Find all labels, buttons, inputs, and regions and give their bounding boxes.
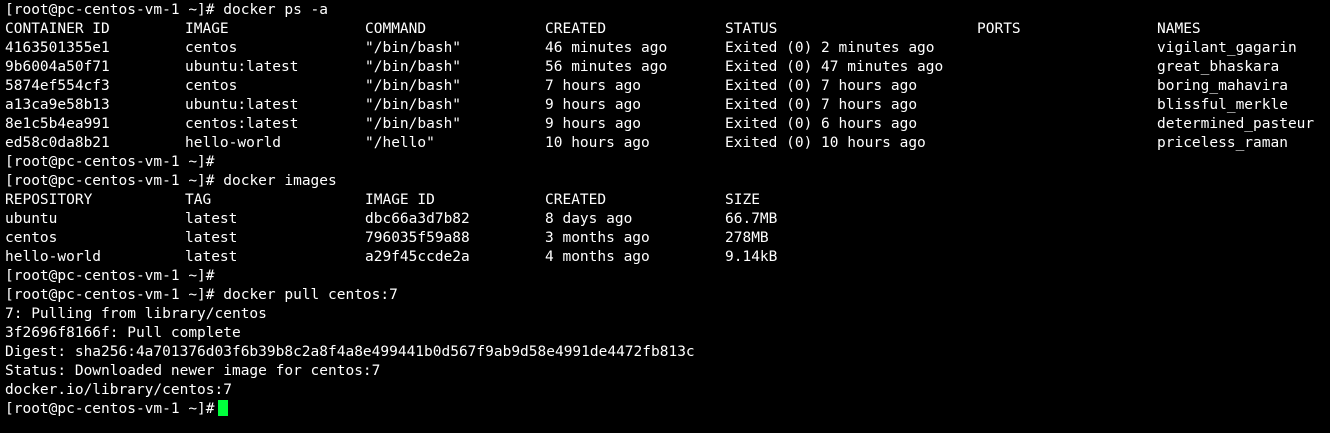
- cell-image: centos: [185, 40, 238, 56]
- command-text: docker ps -a: [223, 2, 329, 18]
- header-command: COMMAND: [365, 21, 427, 37]
- output-line: Digest: sha256:4a701376d03f6b39b8c2a8f4a…: [5, 344, 695, 360]
- cell-status: Exited (0) 10 hours ago: [725, 135, 926, 151]
- header-size: SIZE: [725, 192, 760, 208]
- cell-size: 9.14kB: [725, 249, 778, 265]
- cell-created: 10 hours ago: [545, 135, 650, 151]
- header-image: IMAGE: [185, 21, 229, 37]
- cell-command: "/bin/bash": [365, 97, 462, 113]
- cell-created: 46 minutes ago: [545, 40, 668, 56]
- cell-created: 8 days ago: [545, 211, 633, 227]
- table-row: ubuntu latest dbc66a3d7b82 8 days ago 66…: [0, 210, 1330, 229]
- shell-prompt: [root@pc-centos-vm-1 ~]#: [5, 2, 215, 18]
- cell-command: "/bin/bash": [365, 116, 462, 132]
- prompt-line: [root@pc-centos-vm-1 ~]#: [0, 153, 1330, 172]
- cell-command: "/hello": [365, 135, 435, 151]
- images-header-row: REPOSITORY TAG IMAGE ID CREATED SIZE: [0, 191, 1330, 210]
- cell-status: Exited (0) 47 minutes ago: [725, 59, 944, 75]
- output-line: 3f2696f8166f: Pull complete: [5, 325, 241, 341]
- prompt-line: [root@pc-centos-vm-1 ~]# docker ps -a: [0, 1, 1330, 20]
- cell-created: 9 hours ago: [545, 116, 642, 132]
- table-row: 9b6004a50f71 ubuntu:latest "/bin/bash" 5…: [0, 58, 1330, 77]
- cell-image-id: a29f45ccde2a: [365, 249, 470, 265]
- cell-names: boring_mahavira: [1157, 78, 1288, 94]
- command-text: docker pull centos:7: [223, 287, 398, 303]
- command-text: docker images: [223, 173, 337, 189]
- output-line: 7: Pulling from library/centos: [5, 306, 267, 322]
- active-prompt-line[interactable]: [root@pc-centos-vm-1 ~]#: [0, 400, 1330, 419]
- cell-names: priceless_raman: [1157, 135, 1288, 151]
- shell-prompt: [root@pc-centos-vm-1 ~]#: [5, 401, 215, 417]
- output-line: Status: Downloaded newer image for cento…: [5, 363, 381, 379]
- cell-tag: latest: [185, 211, 238, 227]
- header-container-id: CONTAINER ID: [5, 21, 110, 37]
- table-row: ed58c0da8b21 hello-world "/hello" 10 hou…: [0, 134, 1330, 153]
- table-row: 4163501355e1 centos "/bin/bash" 46 minut…: [0, 39, 1330, 58]
- cell-image: hello-world: [185, 135, 282, 151]
- prompt-line: [root@pc-centos-vm-1 ~]#: [0, 267, 1330, 286]
- cell-repository: centos: [5, 230, 58, 246]
- cell-created: 4 months ago: [545, 249, 650, 265]
- cell-created: 56 minutes ago: [545, 59, 668, 75]
- cell-names: great_bhaskara: [1157, 59, 1280, 75]
- header-ports: PORTS: [977, 21, 1021, 37]
- terminal-window[interactable]: [root@pc-centos-vm-1 ~]# docker ps -a CO…: [0, 0, 1330, 433]
- cell-status: Exited (0) 7 hours ago: [725, 97, 918, 113]
- cell-image: centos:latest: [185, 116, 299, 132]
- cell-tag: latest: [185, 249, 238, 265]
- cell-container-id: ed58c0da8b21: [5, 135, 110, 151]
- cell-container-id: 8e1c5b4ea991: [5, 116, 110, 132]
- table-row: centos latest 796035f59a88 3 months ago …: [0, 229, 1330, 248]
- table-row: 8e1c5b4ea991 centos:latest "/bin/bash" 9…: [0, 115, 1330, 134]
- cell-command: "/bin/bash": [365, 78, 462, 94]
- terminal-cursor[interactable]: [217, 400, 228, 416]
- prompt-line: [root@pc-centos-vm-1 ~]# docker pull cen…: [0, 286, 1330, 305]
- cell-command: "/bin/bash": [365, 59, 462, 75]
- cell-image-id: dbc66a3d7b82: [365, 211, 470, 227]
- cell-image-id: 796035f59a88: [365, 230, 470, 246]
- output-line: docker.io/library/centos:7: [5, 382, 232, 398]
- cell-image: ubuntu:latest: [185, 97, 299, 113]
- shell-prompt: [root@pc-centos-vm-1 ~]#: [5, 268, 215, 284]
- header-names: NAMES: [1157, 21, 1201, 37]
- table-row: hello-world latest a29f45ccde2a 4 months…: [0, 248, 1330, 267]
- header-image-id: IMAGE ID: [365, 192, 435, 208]
- cell-created: 9 hours ago: [545, 97, 642, 113]
- cell-created: 3 months ago: [545, 230, 650, 246]
- cell-names: blissful_merkle: [1157, 97, 1288, 113]
- shell-prompt: [root@pc-centos-vm-1 ~]#: [5, 173, 215, 189]
- cell-command: "/bin/bash": [365, 40, 462, 56]
- cell-tag: latest: [185, 230, 238, 246]
- cell-names: determined_pasteur: [1157, 116, 1315, 132]
- cell-container-id: 4163501355e1: [5, 40, 110, 56]
- cell-repository: hello-world: [5, 249, 102, 265]
- cell-created: 7 hours ago: [545, 78, 642, 94]
- header-tag: TAG: [185, 192, 212, 208]
- header-created: CREATED: [545, 21, 607, 37]
- prompt-line: [root@pc-centos-vm-1 ~]# docker images: [0, 172, 1330, 191]
- header-status: STATUS: [725, 21, 778, 37]
- ps-header-row: CONTAINER ID IMAGE COMMAND CREATED STATU…: [0, 20, 1330, 39]
- cell-status: Exited (0) 2 minutes ago: [725, 40, 935, 56]
- cell-container-id: a13ca9e58b13: [5, 97, 110, 113]
- cell-container-id: 9b6004a50f71: [5, 59, 110, 75]
- cell-size: 278MB: [725, 230, 769, 246]
- table-row: 5874ef554cf3 centos "/bin/bash" 7 hours …: [0, 77, 1330, 96]
- cell-names: vigilant_gagarin: [1157, 40, 1297, 56]
- cell-status: Exited (0) 6 hours ago: [725, 116, 918, 132]
- cell-size: 66.7MB: [725, 211, 778, 227]
- header-repository: REPOSITORY: [5, 192, 93, 208]
- cell-status: Exited (0) 7 hours ago: [725, 78, 918, 94]
- shell-prompt: [root@pc-centos-vm-1 ~]#: [5, 287, 215, 303]
- cell-image: centos: [185, 78, 238, 94]
- shell-prompt: [root@pc-centos-vm-1 ~]#: [5, 154, 215, 170]
- table-row: a13ca9e58b13 ubuntu:latest "/bin/bash" 9…: [0, 96, 1330, 115]
- cell-image: ubuntu:latest: [185, 59, 299, 75]
- cell-container-id: 5874ef554cf3: [5, 78, 110, 94]
- header-created: CREATED: [545, 192, 607, 208]
- cell-repository: ubuntu: [5, 211, 58, 227]
